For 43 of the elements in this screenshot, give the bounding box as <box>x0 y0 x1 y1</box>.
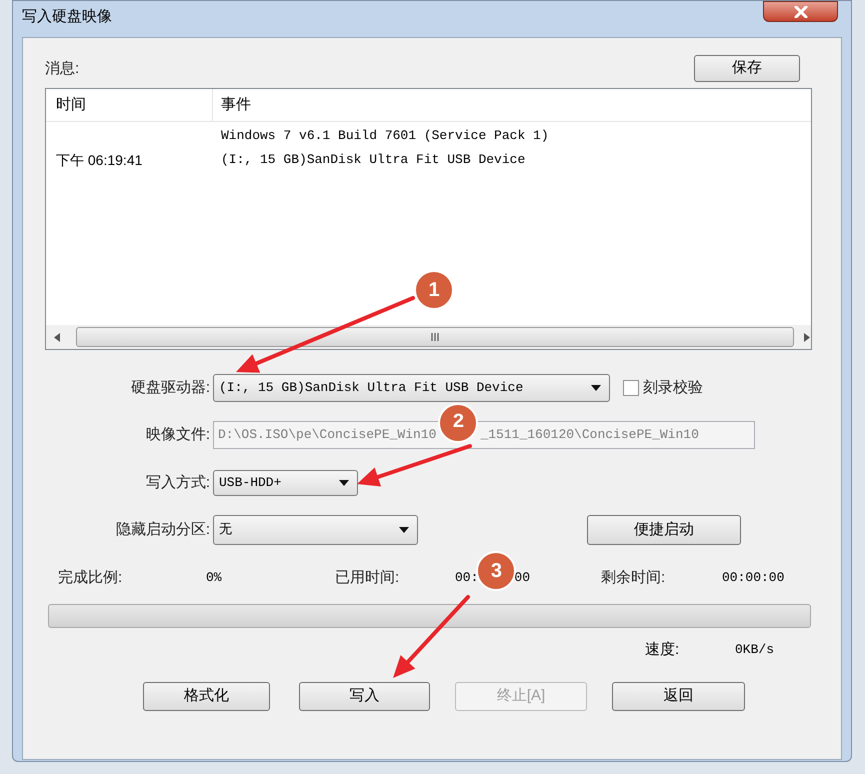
annotation-badge: 3 <box>476 551 516 591</box>
messages-label: 消息: <box>45 58 80 78</box>
quick-boot-button[interactable]: 便捷启动 <box>587 515 741 545</box>
stat-label: 已用时间: <box>335 568 400 588</box>
scroll-left-icon[interactable] <box>54 332 60 342</box>
dropdown-caret-icon <box>399 527 409 533</box>
scrollbar-thumb[interactable] <box>76 327 794 347</box>
stat-value: 00 <box>514 569 530 588</box>
checkbox[interactable] <box>623 380 639 396</box>
event-text: Windows 7 v6.1 Build 7601 (Service Pack 1) <box>221 127 549 146</box>
checkbox-label: 刻录校验 <box>643 378 703 398</box>
stat-value: 0% <box>206 569 222 588</box>
stat-label: 剩余时间: <box>601 568 666 588</box>
dropdown-caret-icon <box>591 385 601 391</box>
scroll-right-icon[interactable] <box>804 332 810 342</box>
annotation-badge: 2 <box>438 403 478 443</box>
back-button[interactable]: 返回 <box>612 682 745 711</box>
stat-label: 完成比例: <box>58 568 124 588</box>
speed-value: 0KB/s <box>735 641 774 660</box>
event-text: (I:, 15 GB)SanDisk Ultra Fit USB Device <box>221 151 526 170</box>
dropdown[interactable]: USB-HDD+ <box>213 470 358 496</box>
close-button[interactable] <box>763 1 838 22</box>
speed-label: 速度: <box>645 640 680 660</box>
horizontal-scrollbar[interactable] <box>46 325 811 349</box>
stat-value: 00: <box>455 569 478 588</box>
stat-value: 00:00:00 <box>722 569 784 588</box>
dropdown-caret-icon <box>339 480 349 486</box>
column-header[interactable]: 事件 <box>213 89 811 121</box>
grip-icon <box>430 333 440 341</box>
save-button[interactable]: 保存 <box>694 55 800 82</box>
field-label: 映像文件: <box>144 424 210 445</box>
field-label: 隐藏启动分区: <box>114 520 210 540</box>
field-label: 写入方式: <box>144 472 210 493</box>
dropdown[interactable]: (I:, 15 GB)SanDisk Ultra Fit USB Device <box>213 374 610 402</box>
close-icon <box>794 6 808 18</box>
column-header[interactable]: 时间 <box>46 89 213 121</box>
field-label: 硬盘驱动器: <box>130 378 210 398</box>
format-button[interactable]: 格式化 <box>143 682 270 711</box>
annotation-badge: 1 <box>414 270 454 310</box>
write-button[interactable]: 写入 <box>299 682 430 711</box>
window-title: 写入硬盘映像 <box>22 7 112 27</box>
time-cell-text: 下午 06:19:41 <box>55 150 144 170</box>
dropdown[interactable]: 无 <box>213 515 418 545</box>
